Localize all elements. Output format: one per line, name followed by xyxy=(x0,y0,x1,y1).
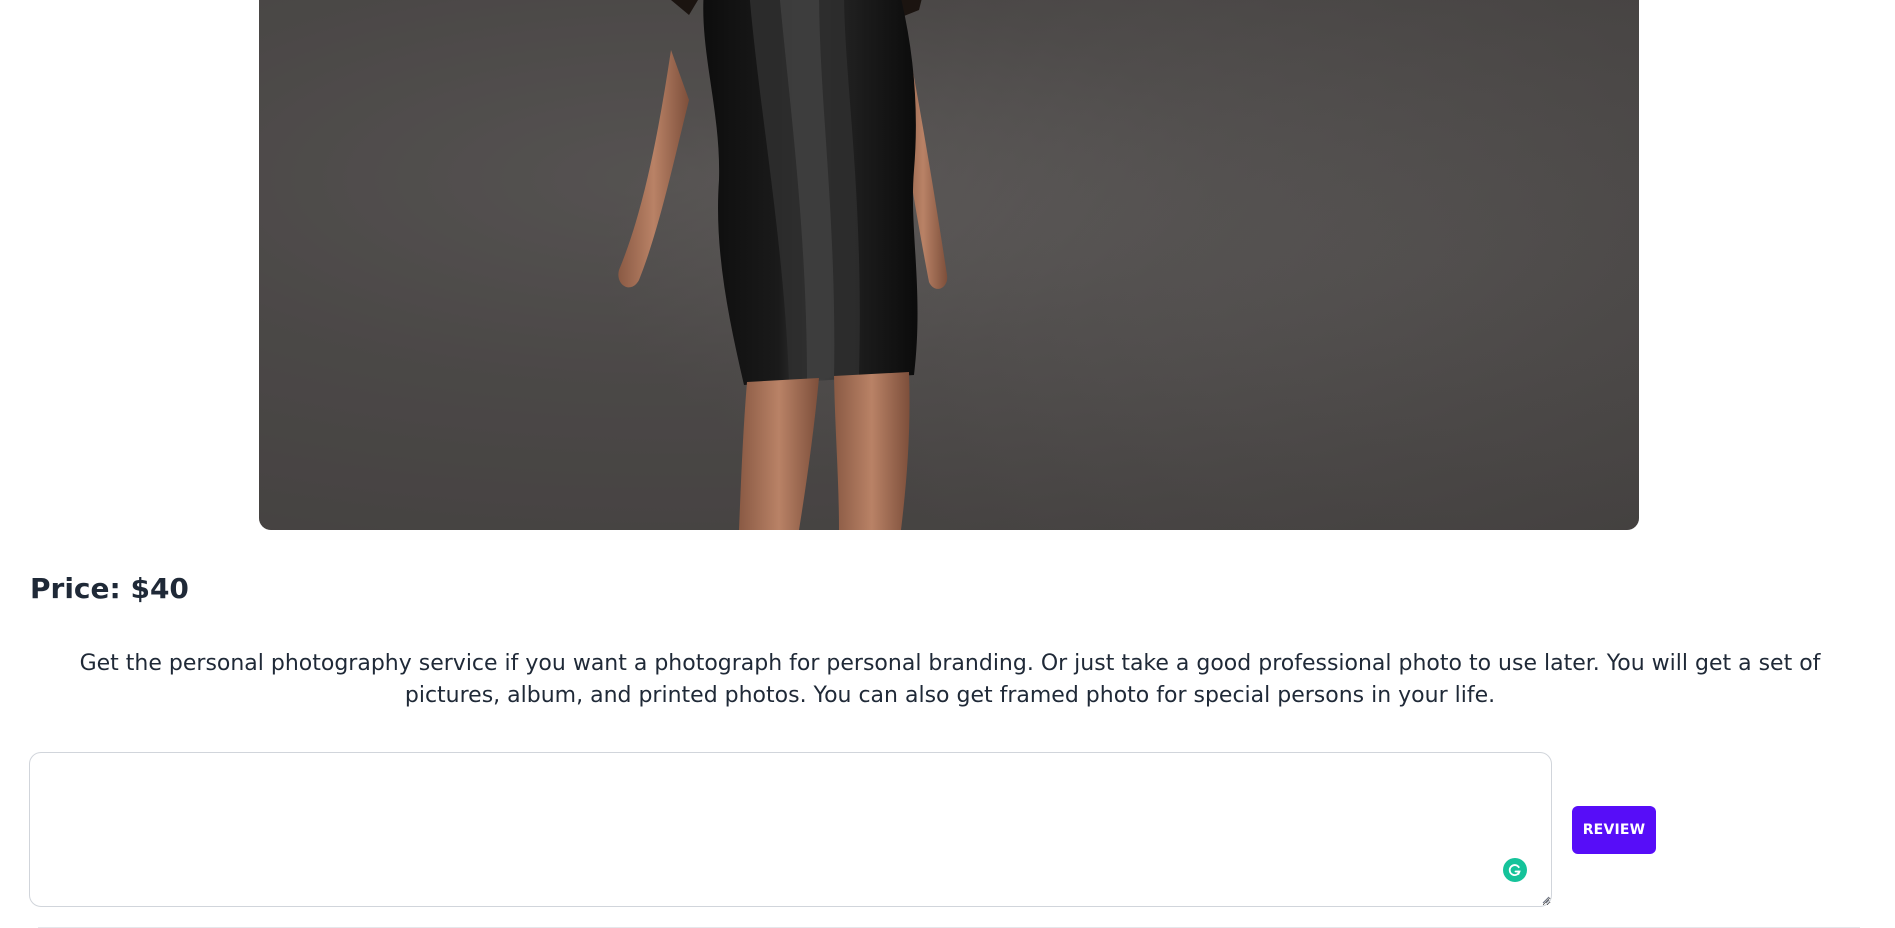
service-description: Get the personal photography service if … xyxy=(79,651,1821,708)
resize-grip-icon[interactable] xyxy=(1542,896,1550,904)
service-hero-image xyxy=(259,0,1639,530)
review-button[interactable]: REVIEW xyxy=(1572,806,1656,854)
price-label: Price: $40 xyxy=(30,572,189,605)
grammarly-icon[interactable] xyxy=(1503,858,1527,882)
price-heading: Price: $40 xyxy=(30,572,189,605)
model-photo xyxy=(259,0,1639,530)
review-textarea[interactable] xyxy=(29,752,1552,907)
grammarly-glyph-icon xyxy=(1508,864,1521,876)
